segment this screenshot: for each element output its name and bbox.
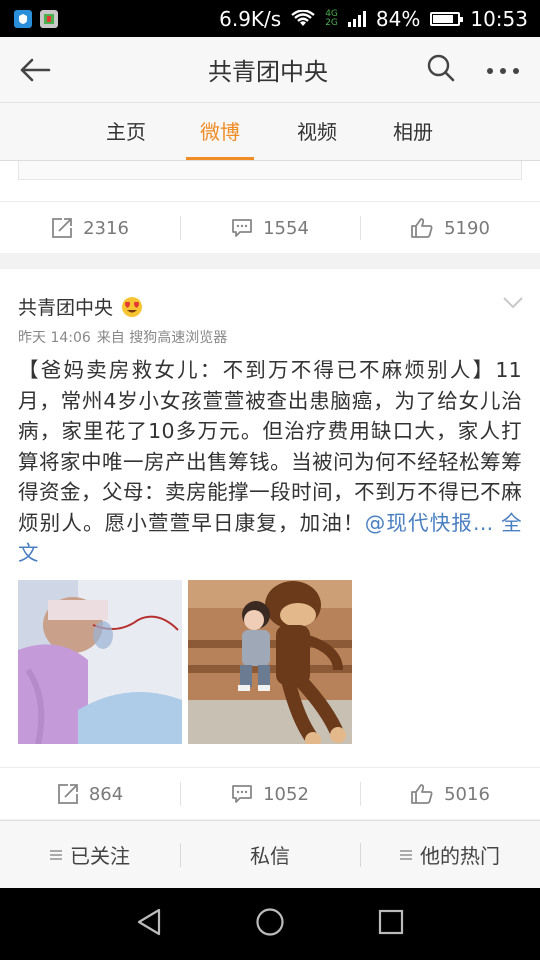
tab-home[interactable]: 主页 [106,103,146,160]
repost-icon [52,218,72,238]
more-icon [487,68,519,74]
heart-eyes-emoji-icon [122,296,143,317]
comment-button[interactable]: 1554 [180,202,360,254]
app-notification-icon [40,9,58,28]
repost-count: 2316 [83,217,129,239]
repost-box [18,161,522,180]
back-arrow-icon [20,58,51,81]
comment-icon [232,219,252,237]
nav-back-button[interactable] [136,908,162,940]
network-speed: 6.9K/s [219,6,282,31]
post-text: 【爸妈卖房救女儿：不到万不得已不麻烦别人】11月，常州4岁小女孩萱萱被查出患脑癌… [18,355,522,569]
mention-link[interactable]: @现代快报... [365,511,494,535]
back-button[interactable] [0,58,70,82]
app-notification-icon [14,9,32,28]
page-title: 共青团中央 [208,58,328,86]
network-type: 4G 2G [325,8,338,28]
like-button[interactable]: 5190 [360,202,540,254]
signal-icon [347,10,366,27]
tab-album[interactable]: 相册 [393,103,433,160]
repost-icon [57,784,78,804]
post-image-1[interactable] [18,580,182,744]
hot-posts-button[interactable]: 他的热门 [360,821,540,888]
wifi-icon [291,9,315,26]
profile-tabs: 主页 微博 视频 相册 [0,103,540,161]
like-icon [411,218,433,238]
battery-icon [430,11,464,26]
hot-posts-label: 他的热门 [420,844,500,868]
profile-bottom-bar: 已关注 私信 他的热门 [0,820,540,888]
title-bar: 共青团中央 [0,37,540,103]
repost-button[interactable]: 2316 [0,202,180,254]
search-icon [427,54,455,81]
comment-icon [232,785,252,803]
comment-count: 1052 [263,783,309,805]
following-button[interactable]: 已关注 [0,821,180,888]
like-count: 5190 [444,217,490,239]
post-meta: 昨天 14:06 来自 搜狗高速浏览器 [18,327,227,347]
previous-post-card: 2316 1554 5190 [0,161,540,253]
chevron-down-icon [503,297,523,309]
search-button[interactable] [426,53,456,87]
battery-level [433,14,454,23]
post-body: 【爸妈卖房救女儿：不到万不得已不麻烦别人】11月，常州4岁小女孩萱萱被查出患脑癌… [18,358,522,535]
post-author[interactable]: 共青团中央 [18,293,143,320]
post-menu-button[interactable] [502,295,524,314]
like-icon [411,784,433,804]
following-label: 已关注 [70,844,130,868]
author-name: 共青团中央 [18,297,114,319]
menu-icon [50,849,62,860]
nav-recents-button[interactable] [378,909,404,939]
repost-button[interactable]: 864 [0,768,180,820]
post-action-row: 864 1052 5016 [0,767,540,820]
message-label: 私信 [250,844,290,868]
more-button[interactable] [486,60,520,79]
like-count: 5016 [444,783,490,805]
tab-video[interactable]: 视频 [297,103,337,160]
nav-home-button[interactable] [255,907,285,941]
battery-percent: 84% [375,6,421,31]
action-row: 2316 1554 5190 [0,201,540,254]
post-time: 昨天 14:06 [18,330,91,346]
menu-icon [400,849,412,860]
status-bar: 6.9K/s 4G 2G 84% 10:53 [0,0,540,37]
post-source: 来自 搜狗高速浏览器 [96,330,228,346]
clock: 10:53 [470,6,528,31]
message-button[interactable]: 私信 [180,821,360,888]
tab-weibo[interactable]: 微博 [186,103,254,160]
repost-count: 864 [88,783,124,805]
post-image-2[interactable] [188,580,352,744]
comment-count: 1554 [263,217,309,239]
system-nav-bar [0,888,540,960]
square-recents-icon [378,909,403,935]
circle-home-icon [256,908,284,936]
post-card: 共青团中央 昨天 14:06 来自 搜狗高速浏览器 【爸妈卖房救女儿：不到万不得… [0,269,540,819]
comment-button[interactable]: 1052 [180,768,360,820]
like-button[interactable]: 5016 [360,768,540,820]
triangle-back-icon [138,908,161,936]
